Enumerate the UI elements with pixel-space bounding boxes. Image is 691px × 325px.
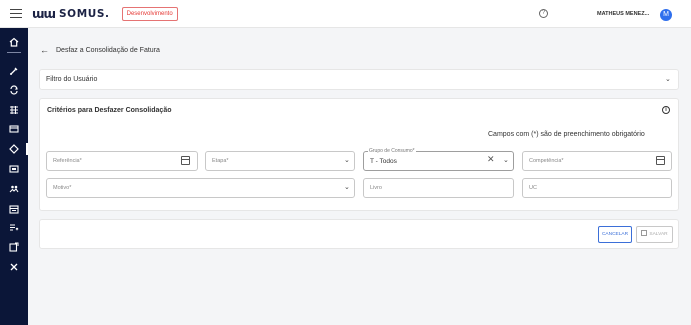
- chevron-down-icon[interactable]: ⌄: [344, 183, 350, 191]
- chevron-down-icon[interactable]: ⌄: [503, 156, 509, 164]
- competencia-placeholder: Competência*: [529, 158, 564, 164]
- environment-badge: Desenvolvimento: [121, 6, 178, 21]
- edit-note-icon[interactable]: [0, 241, 28, 253]
- user-name[interactable]: MATHEUS MENEZ...: [597, 11, 649, 17]
- chevron-down-icon[interactable]: ⌄: [665, 75, 671, 83]
- grupo-consumo-select[interactable]: Grupo de Consumo* T - Todos ✕ ⌄: [363, 148, 514, 171]
- user-filter-panel[interactable]: Filtro do Usuário ⌄: [39, 69, 679, 90]
- grupo-consumo-value: T - Todos: [370, 158, 397, 165]
- etapa-select[interactable]: Etapa* ⌄: [205, 151, 355, 171]
- page-header: ← Desfaz a Consolidação de Fatura: [40, 44, 160, 56]
- cycle-icon[interactable]: [0, 84, 28, 96]
- criteria-panel: Critérios para Desfazer Consolidação i C…: [39, 98, 679, 211]
- save-button-label: SALVAR: [649, 232, 668, 237]
- grupo-consumo-label: Grupo de Consumo*: [368, 148, 416, 154]
- save-button[interactable]: SALVAR: [636, 226, 673, 243]
- uc-placeholder: UC: [529, 185, 537, 191]
- page-title: Desfaz a Consolidação de Fatura: [56, 46, 160, 54]
- diamond-icon[interactable]: [0, 143, 28, 155]
- required-fields-note: Campos com (*) são de preenchimento obri…: [488, 131, 645, 138]
- back-arrow-icon[interactable]: ←: [40, 45, 49, 55]
- logo-text: SOMUS.: [59, 7, 110, 20]
- active-indicator: [26, 143, 28, 155]
- info-icon[interactable]: i: [662, 106, 670, 114]
- motivo-select[interactable]: Motivo* ⌄: [46, 178, 355, 198]
- cancel-button[interactable]: CANCELAR: [598, 226, 632, 243]
- logo[interactable]: ɯɯ SOMUS.: [32, 7, 110, 21]
- brush-icon[interactable]: [0, 65, 28, 77]
- table-icon[interactable]: [0, 104, 28, 116]
- etapa-placeholder: Etapa*: [212, 158, 229, 164]
- clear-icon[interactable]: ✕: [487, 154, 495, 165]
- referencia-field[interactable]: Referência*: [46, 151, 198, 171]
- logo-mark: ɯɯ: [32, 6, 56, 21]
- slides-icon[interactable]: [0, 163, 28, 175]
- tools-icon[interactable]: [0, 261, 28, 273]
- livro-field[interactable]: Livro: [363, 178, 514, 198]
- top-bar: ɯɯ SOMUS. Desenvolvimento: [0, 0, 691, 28]
- avatar[interactable]: M: [660, 9, 672, 21]
- referencia-placeholder: Referência*: [53, 158, 82, 164]
- card-icon[interactable]: [0, 123, 28, 135]
- competencia-field[interactable]: Competência*: [522, 151, 672, 171]
- save-icon: [641, 230, 648, 236]
- motivo-placeholder: Motivo*: [53, 185, 72, 191]
- calendar-icon[interactable]: [181, 156, 190, 165]
- menu-icon[interactable]: [10, 9, 22, 18]
- calendar-icon[interactable]: [656, 156, 665, 165]
- people-icon[interactable]: [0, 183, 28, 195]
- home-icon[interactable]: [0, 36, 28, 48]
- calendar-icon[interactable]: [0, 203, 28, 215]
- livro-placeholder: Livro: [370, 185, 382, 191]
- filter-panel-title: Filtro do Usuário: [46, 76, 98, 83]
- list-filter-icon[interactable]: [0, 222, 28, 234]
- sidebar-divider: [7, 52, 21, 53]
- actions-bar: CANCELAR SALVAR: [39, 219, 679, 249]
- criteria-panel-title: Critérios para Desfazer Consolidação: [47, 107, 172, 114]
- uc-field[interactable]: UC: [522, 178, 672, 198]
- chevron-down-icon[interactable]: ⌄: [344, 156, 350, 164]
- sidebar: [0, 28, 28, 325]
- help-icon[interactable]: ?: [539, 9, 548, 18]
